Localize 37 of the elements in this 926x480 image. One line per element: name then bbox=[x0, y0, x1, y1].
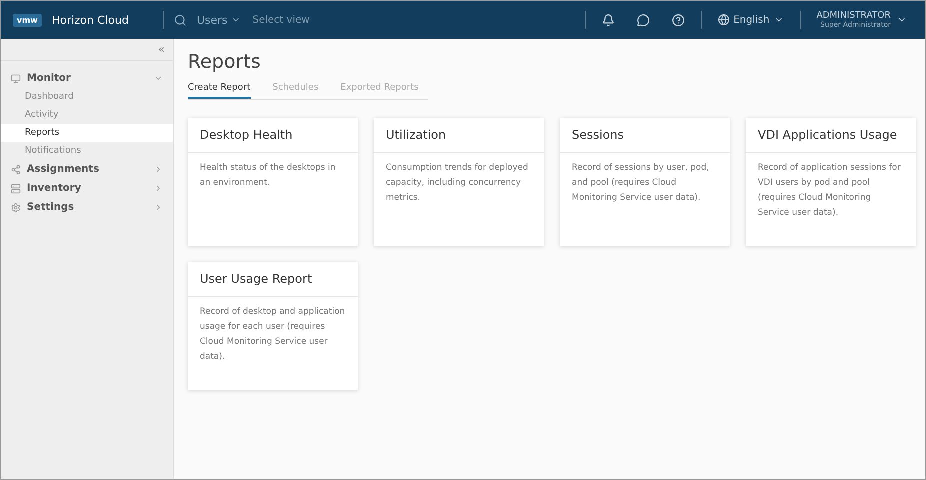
report-card[interactable]: VDI Applications Usage Record of application sessions for VDI users by pod and pool (requires Cloud Monitoring Service user data). bbox=[746, 118, 916, 246]
chevron-down-icon bbox=[154, 74, 163, 83]
language-dropdown[interactable]: English bbox=[712, 13, 790, 27]
search-field[interactable]: Select view bbox=[250, 14, 345, 26]
sidebar-group[interactable]: Inventory bbox=[1, 179, 173, 198]
card-description: Health status of the desktops in an environment. bbox=[199, 162, 337, 190]
report-card[interactable]: Desktop Health Health status of the desktops in an environment. bbox=[188, 118, 358, 246]
card-title: Desktop Health bbox=[188, 118, 358, 153]
card-description: Record of desktop and application usage for each user (requires Cloud Monitoring Service user data). bbox=[199, 306, 346, 364]
sidebar-group[interactable]: Assignments bbox=[1, 160, 173, 179]
sidebar-group[interactable]: Settings bbox=[1, 198, 173, 217]
product-name: Horizon Cloud bbox=[52, 14, 129, 26]
report-card[interactable]: Sessions Record of sessions by user, pod, and pool (requires Cloud Monitoring Service user data). bbox=[560, 118, 730, 246]
search-icon bbox=[174, 14, 187, 26]
tab[interactable]: Create Report bbox=[188, 79, 251, 99]
section-icon bbox=[11, 184, 21, 194]
logo: vmw bbox=[13, 14, 42, 26]
card-title: VDI Applications Usage bbox=[746, 118, 916, 153]
sidebar-item[interactable]: Reports bbox=[1, 124, 173, 142]
page-title: Reports bbox=[188, 51, 262, 73]
card-title: User Usage Report bbox=[188, 262, 358, 297]
section-icon bbox=[11, 202, 21, 212]
chevron-right-icon bbox=[154, 203, 163, 212]
card-title: Sessions bbox=[560, 118, 730, 153]
sidebar-group[interactable]: Monitor bbox=[1, 69, 173, 88]
card-description: Record of application sessions for VDI users by pod and pool (requires Cloud Monitoring Service user data). bbox=[757, 162, 902, 220]
chevron-right-icon bbox=[154, 165, 163, 174]
card-description: Consumption trends for deployed capacity, including concurrency metrics. bbox=[385, 162, 530, 205]
card-description: Record of sessions by user, pod, and pool (requires Cloud Monitoring Service user data). bbox=[571, 162, 710, 205]
report-card[interactable]: User Usage Report Record of desktop and application usage for each user (requires Cloud Monitoring Service user data). bbox=[188, 262, 358, 390]
chevron-right-icon bbox=[154, 184, 163, 193]
section-icon bbox=[11, 164, 21, 174]
report-card[interactable]: Utilization Consumption trends for deployed capacity, including concurrency metrics. bbox=[374, 118, 544, 246]
section-icon bbox=[11, 74, 21, 84]
search-scope-dropdown[interactable]: Users bbox=[196, 14, 241, 26]
globe-icon bbox=[718, 14, 730, 26]
card-title: Utilization bbox=[374, 118, 544, 153]
